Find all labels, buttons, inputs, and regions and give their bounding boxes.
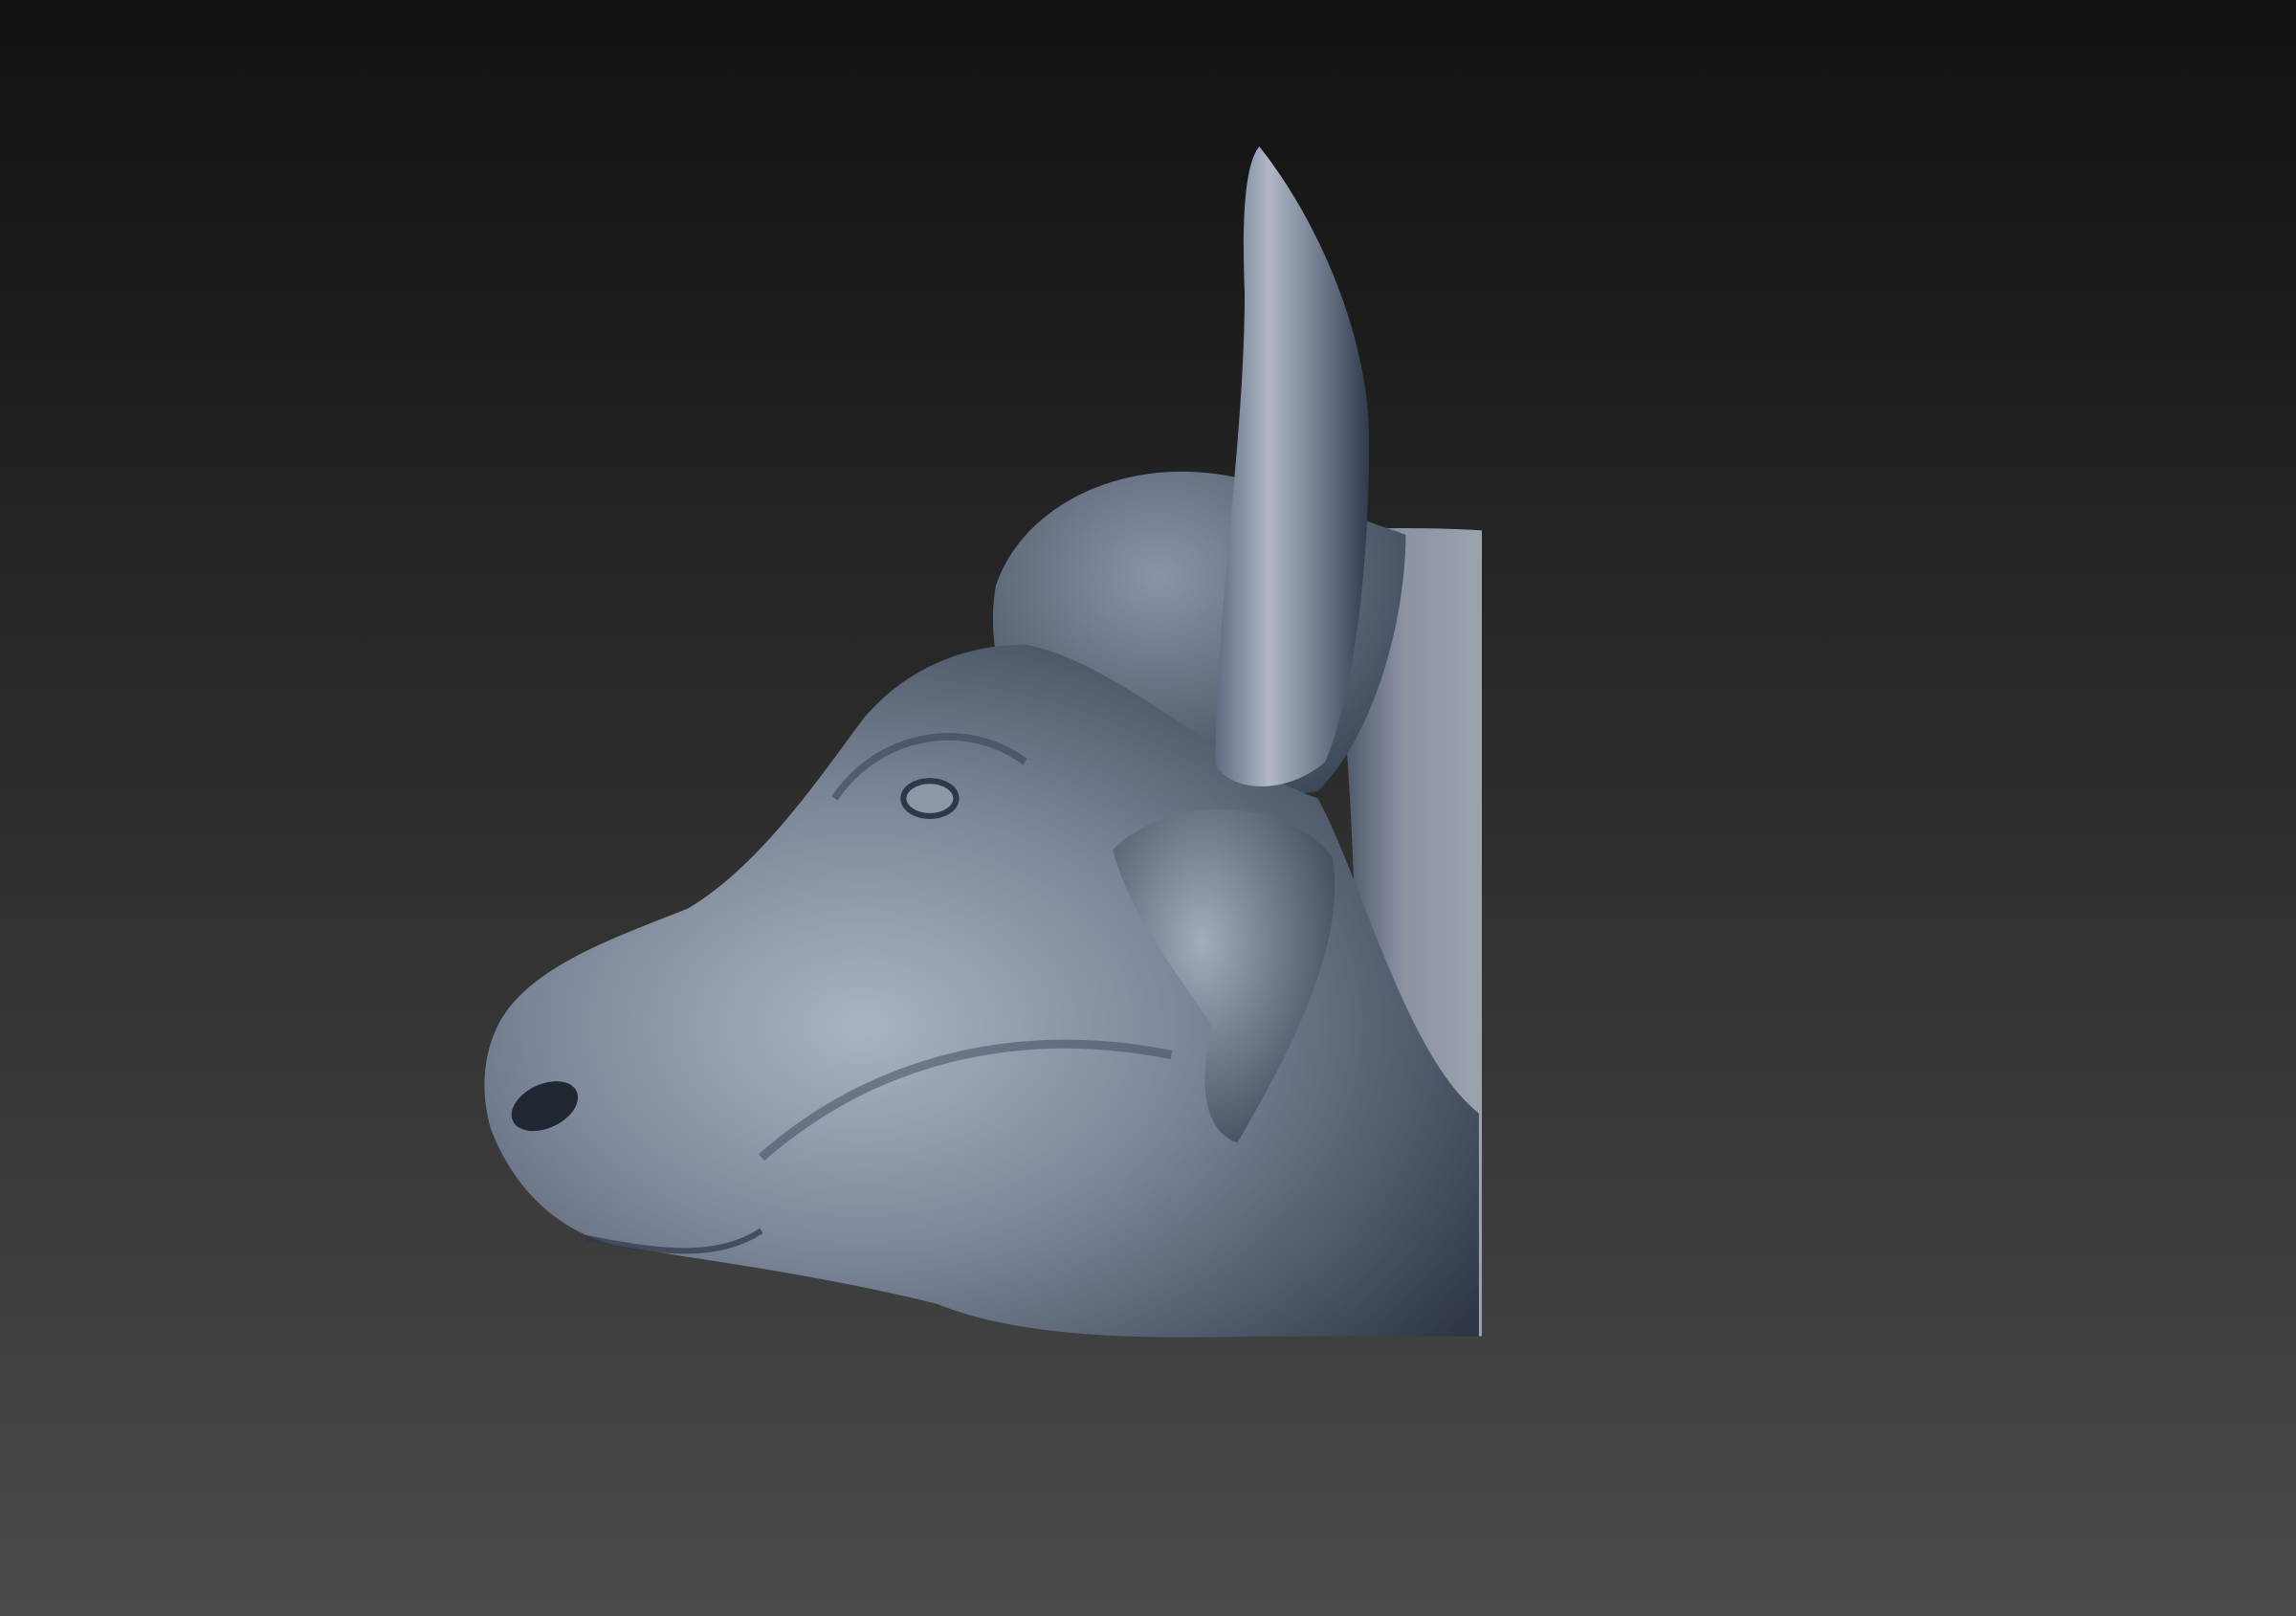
viewport-canvas[interactable] — [0, 0, 2296, 1616]
eye — [900, 778, 960, 819]
3d-viewport[interactable] — [0, 0, 2296, 1616]
